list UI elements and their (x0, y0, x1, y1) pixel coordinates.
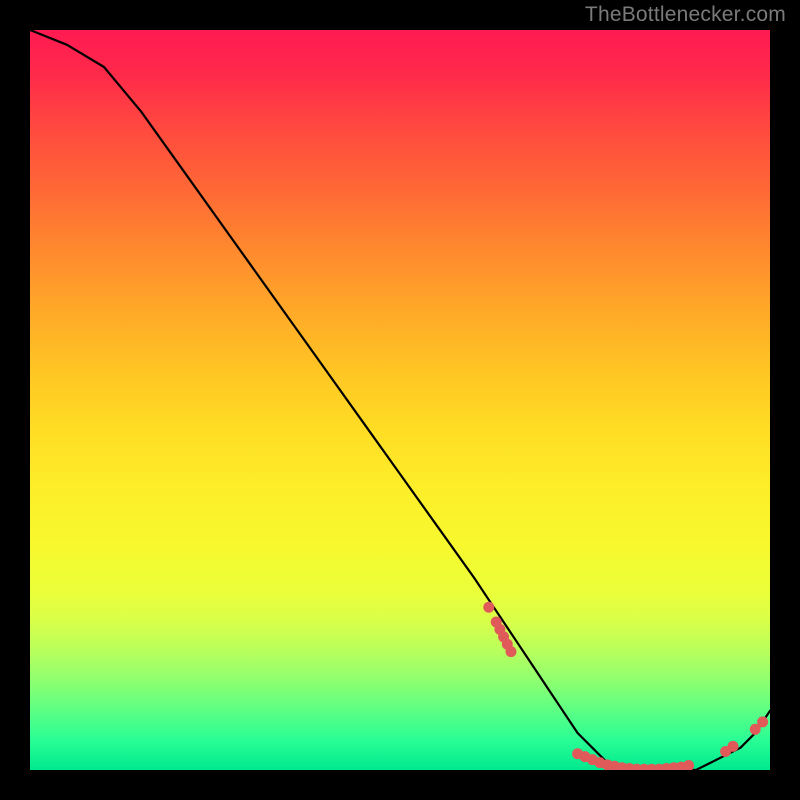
data-point (728, 741, 739, 752)
chart-stage: TheBottlenecker.com (0, 0, 800, 800)
curve-line (30, 30, 770, 770)
data-points (483, 602, 768, 770)
plot-area (30, 30, 770, 770)
data-point (483, 602, 494, 613)
attribution-text: TheBottlenecker.com (585, 3, 786, 27)
data-point (506, 646, 517, 657)
chart-overlay (30, 30, 770, 770)
data-point (757, 716, 768, 727)
data-point (683, 760, 694, 770)
